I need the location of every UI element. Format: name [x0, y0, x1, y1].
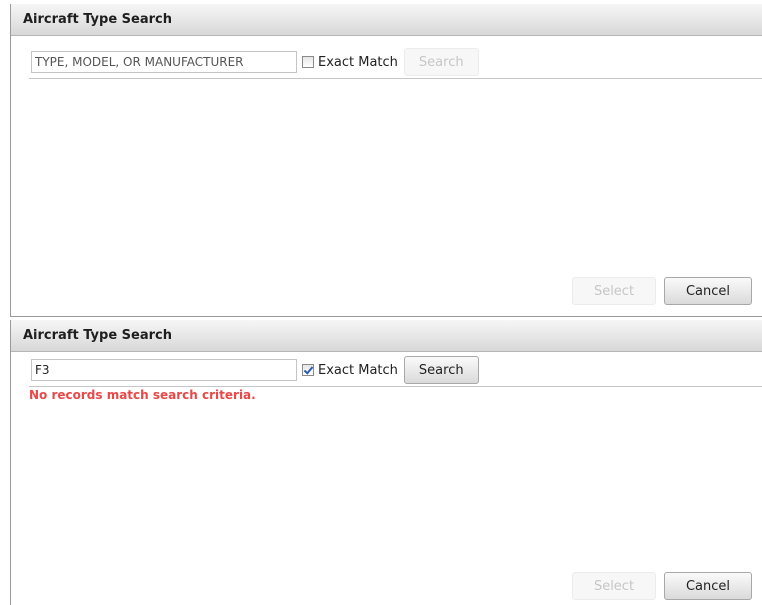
search-input[interactable] [31, 359, 297, 381]
search-row: Exact Match Search [31, 356, 479, 384]
search-button[interactable]: Search [403, 48, 479, 76]
search-button[interactable]: Search [403, 356, 479, 384]
search-input[interactable] [31, 51, 297, 73]
dialog-footer: Select Cancel [572, 277, 752, 305]
dialog-footer: Select Cancel [572, 572, 752, 600]
exact-match-label: Exact Match [318, 54, 398, 70]
divider [29, 386, 762, 387]
select-button[interactable]: Select [572, 277, 656, 305]
no-results-message: No records match search criteria. [29, 388, 256, 402]
dialog-title: Aircraft Type Search [11, 320, 762, 352]
divider [29, 78, 762, 79]
select-button[interactable]: Select [572, 572, 656, 600]
aircraft-search-dialog-no-results: Aircraft Type Search Exact Match Search … [10, 320, 762, 605]
dialog-title: Aircraft Type Search [11, 4, 762, 36]
exact-match-checkbox[interactable] [302, 364, 314, 376]
cancel-button[interactable]: Cancel [664, 572, 752, 600]
aircraft-search-dialog-empty: Aircraft Type Search Exact Match Search … [10, 4, 762, 317]
search-row: Exact Match Search [31, 48, 479, 76]
exact-match-label: Exact Match [318, 362, 398, 378]
cancel-button[interactable]: Cancel [664, 277, 752, 305]
exact-match-checkbox[interactable] [302, 56, 314, 68]
